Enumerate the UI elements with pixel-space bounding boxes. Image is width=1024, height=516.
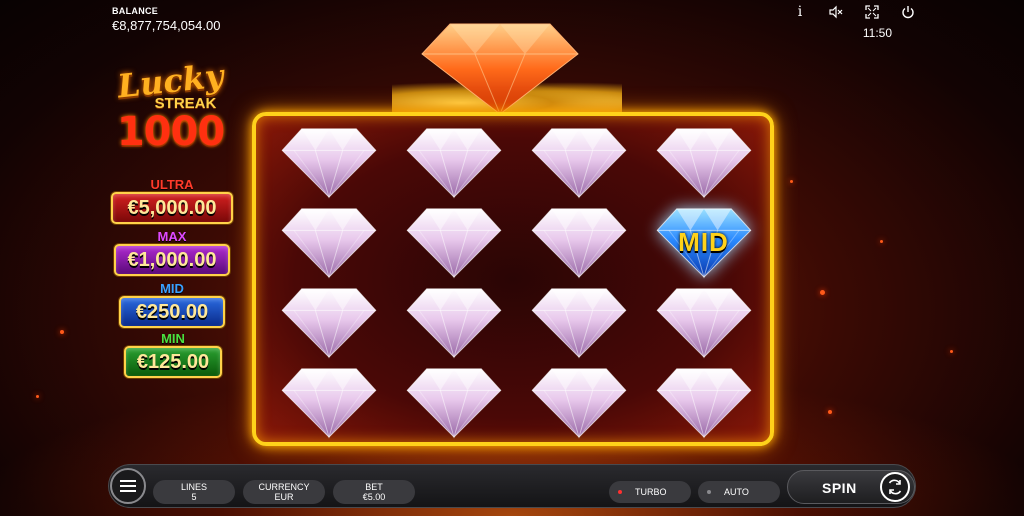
- ember: [36, 395, 39, 398]
- reel-cell: [266, 122, 391, 202]
- currency-selector[interactable]: CURRENCY EUR: [243, 480, 325, 504]
- pink-diamond-icon: [656, 128, 751, 199]
- sound-muted-icon[interactable]: [828, 4, 844, 20]
- turbo-label: TURBO: [635, 487, 667, 497]
- bet-value: €5.00: [362, 492, 386, 502]
- top-controls: i: [792, 4, 916, 20]
- bet-label: BET: [365, 482, 383, 492]
- clock: 11:50: [862, 26, 892, 40]
- reel-cell: [516, 282, 641, 362]
- pink-diamond-icon: [656, 368, 751, 439]
- pink-diamond-icon: [406, 128, 501, 199]
- reel-cell: [641, 362, 766, 442]
- pink-diamond-icon: [656, 288, 751, 359]
- jackpot-ultra: ULTRA €5,000.00: [111, 178, 233, 224]
- pink-diamond-icon: [281, 288, 376, 359]
- jackpot-max-amount: €1,000.00: [114, 244, 230, 276]
- game-logo: Lucky STREAK 1000: [108, 57, 233, 162]
- logo-word-1000: 1000: [116, 109, 225, 155]
- ember: [60, 330, 64, 334]
- reel-cell: [641, 282, 766, 362]
- jackpot-mid-amount: €250.00: [119, 296, 225, 328]
- pink-diamond-icon: [406, 208, 501, 279]
- info-icon[interactable]: i: [792, 4, 808, 20]
- ember: [828, 410, 832, 414]
- balance-display: BALANCE €8,877,754,054.00: [112, 6, 220, 33]
- jackpot-min-label: MIN: [161, 331, 185, 346]
- reel-cell: [391, 122, 516, 202]
- reel-cell: [391, 202, 516, 282]
- reel-grid: MID: [266, 122, 766, 442]
- currency-value: EUR: [274, 492, 294, 502]
- jackpot-min: MIN €125.00: [124, 332, 222, 378]
- menu-icon-line: [120, 485, 136, 487]
- jackpot-min-amount: €125.00: [124, 346, 222, 378]
- menu-icon-line: [120, 480, 136, 482]
- pink-diamond-icon: [531, 368, 626, 439]
- ember: [950, 350, 953, 353]
- menu-icon-line: [120, 490, 136, 492]
- jackpot-mid-label: MID: [160, 281, 184, 296]
- jackpot-max: MAX €1,000.00: [114, 230, 230, 276]
- reel-cell: [641, 122, 766, 202]
- auto-label: AUTO: [724, 487, 749, 497]
- lines-value: 5: [191, 492, 197, 502]
- reel-cell: [266, 202, 391, 282]
- ember: [790, 180, 793, 183]
- balance-label: BALANCE: [112, 6, 159, 16]
- mid-symbol-label: MID: [678, 226, 729, 257]
- pink-diamond-icon: [281, 368, 376, 439]
- reel-frame: MID: [252, 112, 774, 446]
- reel-cell: [516, 122, 641, 202]
- red-diamond-icon: [421, 23, 579, 114]
- pink-diamond-icon: [281, 208, 376, 279]
- fullscreen-icon[interactable]: [864, 4, 880, 20]
- reel-cell: MID: [641, 202, 766, 282]
- turbo-indicator-dot: [618, 490, 622, 494]
- ember: [880, 240, 883, 243]
- reel-cell: [391, 362, 516, 442]
- reel-cell: [391, 282, 516, 362]
- lines-label: LINES: [180, 482, 207, 492]
- spin-button[interactable]: SPIN: [787, 470, 915, 504]
- power-icon[interactable]: [900, 4, 916, 20]
- balance-value: €8,877,754,054.00: [112, 18, 221, 33]
- auto-indicator-dot: [707, 490, 711, 494]
- turbo-toggle[interactable]: TURBO: [609, 481, 691, 503]
- auto-toggle[interactable]: AUTO: [698, 481, 780, 503]
- jackpot-ultra-amount: €5,000.00: [111, 192, 233, 224]
- reel-cell: [516, 202, 641, 282]
- pink-diamond-icon: [531, 208, 626, 279]
- reel-cell: [516, 362, 641, 442]
- pink-diamond-icon: [531, 128, 626, 199]
- spin-refresh-icon[interactable]: [880, 472, 910, 502]
- pink-diamond-icon: [406, 288, 501, 359]
- jackpot-mid: MID €250.00: [119, 282, 225, 328]
- pink-diamond-icon: [531, 288, 626, 359]
- ember: [820, 290, 825, 295]
- reel-cell: [266, 362, 391, 442]
- pink-diamond-icon: [406, 368, 501, 439]
- jackpot-ultra-label: ULTRA: [150, 177, 194, 192]
- bet-selector[interactable]: BET €5.00: [333, 480, 415, 504]
- lines-selector[interactable]: LINES 5: [153, 480, 235, 504]
- pink-diamond-icon: [281, 128, 376, 199]
- menu-button[interactable]: [110, 468, 146, 504]
- currency-label: CURRENCY: [258, 482, 310, 492]
- spin-label: SPIN: [822, 480, 857, 496]
- reel-cell: [266, 282, 391, 362]
- jackpot-max-label: MAX: [157, 229, 187, 244]
